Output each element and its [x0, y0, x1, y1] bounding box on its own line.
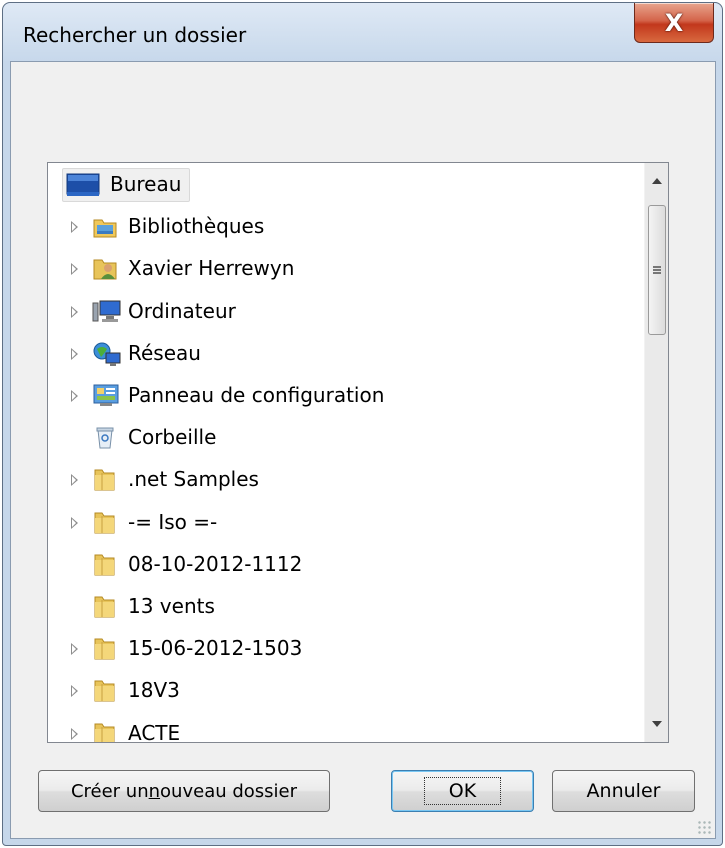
tree-item-label: Bureau [110, 172, 182, 196]
arrow-up-icon [652, 178, 662, 184]
close-icon: X [664, 8, 684, 37]
cancel-label: Annuler [586, 780, 661, 802]
tree-item-label: ACTE [128, 720, 181, 742]
new-folder-button[interactable]: Créer un n ouveau dossier [38, 770, 330, 812]
folder-icon [92, 721, 118, 742]
window-title: Rechercher un dossier [23, 23, 247, 47]
tree-item-label: Ordinateur [128, 298, 236, 323]
new-folder-label-post: ouveau dossier [160, 780, 298, 802]
scroll-thumb[interactable] [648, 205, 666, 335]
expand-arrow-icon[interactable] [68, 684, 80, 698]
folder-icon [92, 467, 118, 493]
tree-item-label: Xavier Herrewyn [128, 256, 295, 281]
folder-tree[interactable]: Bureau Bibliothèques Xavier Herrewyn Ordina… [47, 162, 669, 743]
resize-grip-icon[interactable] [697, 820, 711, 834]
title-bar[interactable]: Rechercher un dossier X [3, 3, 722, 61]
arrow-down-icon [652, 721, 662, 727]
user-folder-icon [92, 256, 118, 282]
cancel-button[interactable]: Annuler [552, 770, 695, 812]
grip-icon [653, 266, 661, 274]
dialog-window: Rechercher un dossier X Bureau Bibliothèq… [2, 2, 723, 846]
ok-label: OK [423, 777, 502, 805]
folder-icon [92, 636, 118, 662]
new-folder-accel: n [148, 780, 161, 802]
tree-item-label: 08-10-2012-1112 [128, 551, 303, 576]
scroll-down-button[interactable] [645, 712, 668, 736]
tree-item-label: 13 vents [128, 594, 215, 618]
desktop-icon [66, 172, 100, 198]
tree-item-label: .net Samples [128, 467, 259, 492]
tree-item[interactable]: Bibliothèques [48, 209, 644, 245]
network-icon [92, 341, 121, 367]
tree-list: Bureau Bibliothèques Xavier Herrewyn Ordina… [48, 163, 644, 742]
expand-arrow-icon[interactable] [68, 305, 80, 319]
control-panel-icon [92, 383, 119, 409]
expand-arrow-icon[interactable] [68, 347, 80, 361]
expand-arrow-icon[interactable] [68, 727, 80, 741]
recycle-bin-icon [92, 425, 118, 451]
tree-item[interactable]: 15-06-2012-1503 [48, 631, 644, 667]
ok-button[interactable]: OK [391, 770, 534, 812]
tree-item-label: 15-06-2012-1503 [128, 636, 303, 661]
tree-item[interactable]: .net Samples [48, 462, 644, 498]
tree-item[interactable]: Panneau de configuration [48, 378, 644, 414]
expand-arrow-icon[interactable] [68, 220, 80, 234]
expand-arrow-icon[interactable] [68, 262, 80, 276]
vertical-scrollbar[interactable] [644, 163, 668, 742]
dialog-client-area: Bureau Bibliothèques Xavier Herrewyn Ordina… [10, 61, 716, 839]
tree-item[interactable]: Réseau [48, 336, 644, 372]
tree-item-label: Corbeille [128, 425, 217, 450]
new-folder-label-pre: Créer un [70, 780, 149, 802]
tree-item[interactable]: ACTE [48, 716, 644, 742]
expand-arrow-icon[interactable] [68, 389, 80, 403]
expand-arrow-icon[interactable] [68, 516, 80, 530]
expand-arrow-icon[interactable] [68, 642, 80, 656]
folder-icon [92, 510, 118, 536]
expand-arrow-icon[interactable] [68, 473, 80, 487]
close-button[interactable]: X [634, 3, 714, 43]
tree-item-label: Bibliothèques [128, 214, 265, 239]
tree-item[interactable]: Bureau [48, 167, 644, 203]
tree-item-label: 18V3 [128, 678, 180, 703]
computer-icon [92, 299, 121, 325]
libraries-icon [92, 214, 118, 240]
tree-item-label: -= Iso =- [128, 509, 218, 534]
tree-item[interactable]: Ordinateur [48, 294, 644, 330]
tree-item[interactable]: 13 vents [48, 589, 644, 625]
folder-icon [92, 594, 118, 620]
folder-icon [92, 678, 118, 704]
tree-item[interactable]: Xavier Herrewyn [48, 251, 644, 287]
tree-item[interactable]: 18V3 [48, 673, 644, 709]
tree-item[interactable]: Corbeille [48, 420, 644, 456]
tree-item-label: Réseau [128, 340, 201, 365]
tree-item[interactable]: -= Iso =- [48, 505, 644, 541]
tree-item[interactable]: 08-10-2012-1112 [48, 547, 644, 583]
tree-item-label: Panneau de configuration [128, 383, 385, 407]
folder-icon [92, 552, 118, 578]
scroll-up-button[interactable] [645, 169, 668, 193]
